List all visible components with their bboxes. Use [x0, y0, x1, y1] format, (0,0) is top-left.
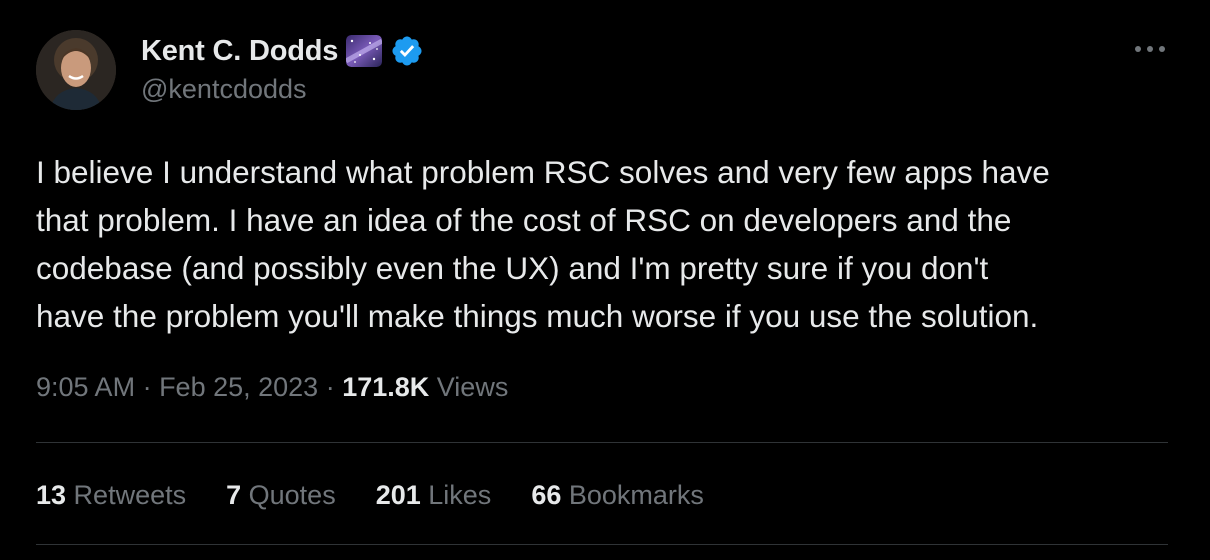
likes-count: 201: [375, 480, 421, 510]
divider: [36, 544, 1168, 545]
views-count: 171.8K: [342, 372, 430, 402]
verified-badge-icon[interactable]: [390, 34, 424, 68]
milky-way-emoji-icon: [346, 35, 383, 67]
tweet-meta: 9:05 AM · Feb 25, 2023 · 171.8K Views: [36, 372, 508, 403]
tweet-time[interactable]: 9:05 AM: [36, 372, 135, 403]
avatar[interactable]: [36, 30, 116, 110]
meta-separator: ·: [318, 372, 343, 402]
bookmarks-label: Bookmarks: [561, 480, 704, 510]
tweet-stats: 13 Retweets 7 Quotes 201 Likes 66 Bookma…: [36, 480, 704, 511]
quotes-label: Quotes: [241, 480, 336, 510]
more-horizontal-icon: [1135, 46, 1165, 52]
retweets-label: Retweets: [66, 480, 187, 510]
retweets-stat[interactable]: 13 Retweets: [36, 480, 186, 511]
avatar-image: [36, 30, 116, 110]
likes-label: Likes: [420, 480, 492, 510]
tweet-text: I believe I understand what problem RSC …: [36, 154, 1050, 334]
quotes-count: 7: [226, 480, 242, 510]
more-options-button[interactable]: [1130, 34, 1170, 64]
tweet-card: Kent C. Dodds @kentcdodds I believe I un…: [0, 0, 1210, 560]
retweets-count: 13: [36, 480, 67, 510]
author-handle[interactable]: @kentcdodds: [141, 74, 307, 105]
author-display-name[interactable]: Kent C. Dodds: [141, 35, 338, 68]
tweet-date[interactable]: Feb 25, 2023: [159, 372, 318, 403]
meta-separator: ·: [135, 372, 160, 402]
divider: [36, 442, 1168, 443]
likes-stat[interactable]: 201 Likes: [376, 480, 492, 511]
views-label: Views: [429, 372, 509, 402]
bookmarks-count: 66: [531, 480, 562, 510]
author-name-row: Kent C. Dodds: [141, 32, 424, 70]
quotes-stat[interactable]: 7 Quotes: [226, 480, 336, 511]
bookmarks-stat[interactable]: 66 Bookmarks: [531, 480, 704, 511]
